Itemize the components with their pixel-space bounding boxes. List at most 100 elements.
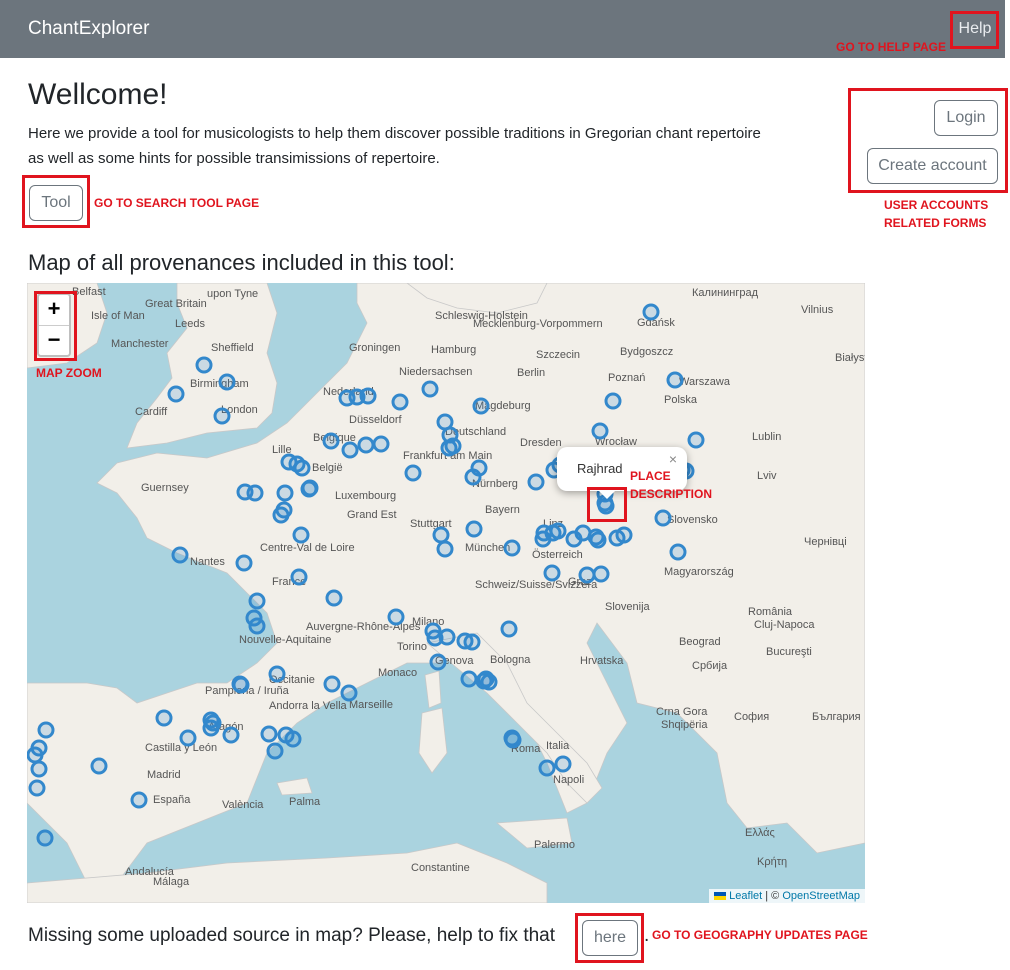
- provenance-marker[interactable]: [341, 441, 359, 459]
- provenance-marker[interactable]: [301, 479, 319, 497]
- map-place-label: Grand Est: [347, 509, 397, 521]
- provenance-marker[interactable]: [246, 484, 264, 502]
- provenance-marker[interactable]: [204, 714, 222, 732]
- provenance-marker[interactable]: [538, 759, 556, 777]
- map-place-label: Madrid: [147, 769, 181, 781]
- map-place-label: Berlin: [517, 367, 545, 379]
- provenance-marker[interactable]: [213, 407, 231, 425]
- provenance-marker[interactable]: [460, 670, 478, 688]
- popup-place-name: Rajhrad: [577, 461, 623, 476]
- provenance-marker[interactable]: [387, 608, 405, 626]
- map-place-label: Great Britain: [145, 298, 207, 310]
- map-place-label: Crna Gora: [656, 706, 708, 718]
- provenance-marker[interactable]: [543, 564, 561, 582]
- provenance-marker[interactable]: [260, 725, 278, 743]
- provenance-marker[interactable]: [654, 509, 672, 527]
- provenance-marker[interactable]: [391, 393, 409, 411]
- provenance-marker[interactable]: [292, 526, 310, 544]
- provenance-marker[interactable]: [276, 484, 294, 502]
- provenance-marker[interactable]: [266, 742, 284, 760]
- provenance-marker[interactable]: [527, 473, 545, 491]
- provenance-marker[interactable]: [421, 380, 439, 398]
- provenance-marker[interactable]: [565, 530, 583, 548]
- provenance-marker[interactable]: [438, 628, 456, 646]
- provenance-marker[interactable]: [222, 726, 240, 744]
- provenance-marker[interactable]: [404, 464, 422, 482]
- map-place-label: upon Tyne: [207, 288, 258, 300]
- provenance-marker[interactable]: [666, 371, 684, 389]
- provenance-marker[interactable]: [248, 617, 266, 635]
- provenance-marker[interactable]: [615, 526, 633, 544]
- map-place-label: Bayern: [485, 504, 520, 516]
- map-tiles[interactable]: Belfast Great Britainupon Tyne Isle of Man…: [27, 283, 865, 903]
- map-place-label: Niedersachsen: [399, 366, 472, 378]
- map-place-label: Manchester: [111, 338, 169, 350]
- provenance-marker[interactable]: [155, 709, 173, 727]
- provenance-marker[interactable]: [444, 437, 462, 455]
- provenance-marker[interactable]: [463, 633, 481, 651]
- provenance-marker[interactable]: [470, 459, 488, 477]
- provenance-marker[interactable]: [436, 540, 454, 558]
- provenance-marker[interactable]: [591, 422, 609, 440]
- provenance-marker[interactable]: [167, 385, 185, 403]
- provenance-marker[interactable]: [130, 791, 148, 809]
- annotation-geography: GO TO GEOGRAPHY UPDATES PAGE: [652, 928, 868, 942]
- provenance-marker[interactable]: [465, 520, 483, 538]
- provenance-marker[interactable]: [323, 675, 341, 693]
- provenance-marker[interactable]: [235, 554, 253, 572]
- brand-link[interactable]: ChantExplorer: [28, 18, 149, 40]
- provenance-marker[interactable]: [669, 543, 687, 561]
- provenance-marker[interactable]: [687, 431, 705, 449]
- provenance-marker[interactable]: [322, 432, 340, 450]
- provenance-marker[interactable]: [500, 620, 518, 638]
- provenance-marker[interactable]: [36, 829, 54, 847]
- provenance-marker[interactable]: [171, 546, 189, 564]
- provenance-marker[interactable]: [325, 589, 343, 607]
- provenance-marker[interactable]: [504, 731, 522, 749]
- map-place-label: Belfast: [72, 286, 106, 298]
- provenance-marker[interactable]: [195, 356, 213, 374]
- provenance-marker[interactable]: [268, 665, 286, 683]
- provenance-marker[interactable]: [429, 653, 447, 671]
- provenance-marker[interactable]: [604, 392, 622, 410]
- provenance-marker[interactable]: [357, 436, 375, 454]
- provenance-marker[interactable]: [272, 506, 290, 524]
- provenance-marker[interactable]: [549, 522, 567, 540]
- provenance-marker[interactable]: [432, 526, 450, 544]
- popup-close-icon[interactable]: ×: [669, 451, 677, 467]
- map-place-label: Constantine: [411, 862, 470, 874]
- map-place-label: Bucureşti: [766, 646, 812, 658]
- osm-link[interactable]: OpenStreetMap: [782, 890, 860, 902]
- provenance-marker[interactable]: [179, 729, 197, 747]
- provenance-marker[interactable]: [642, 303, 660, 321]
- provenance-marker[interactable]: [284, 730, 302, 748]
- provenance-marker[interactable]: [290, 568, 308, 586]
- provenance-marker[interactable]: [340, 684, 358, 702]
- provenance-marker[interactable]: [359, 387, 377, 405]
- annotation-box-accounts: [848, 88, 1008, 193]
- provenance-marker[interactable]: [372, 435, 390, 453]
- provenance-marker[interactable]: [27, 746, 44, 764]
- provenance-marker[interactable]: [218, 373, 236, 391]
- provenance-marker[interactable]: [288, 455, 306, 473]
- missing-source-text: Missing some uploaded source in map? Ple…: [28, 925, 556, 946]
- map-place-label: Düsseldorf: [349, 414, 403, 426]
- map-place-label: Slovenija: [605, 601, 651, 613]
- provenance-marker[interactable]: [554, 755, 572, 773]
- provenance-marker[interactable]: [231, 675, 249, 693]
- provenance-marker[interactable]: [472, 397, 490, 415]
- provenance-marker[interactable]: [589, 531, 607, 549]
- provenance-marker[interactable]: [28, 779, 46, 797]
- provenance-map[interactable]: Belfast Great Britain upon Tyne Isle of Man…: [27, 283, 865, 903]
- provenance-marker[interactable]: [592, 565, 610, 583]
- provenance-marker[interactable]: [424, 622, 442, 640]
- provenance-marker[interactable]: [248, 592, 266, 610]
- provenance-marker[interactable]: [503, 539, 521, 557]
- map-place-label: Gdańsk: [637, 317, 675, 329]
- provenance-marker[interactable]: [37, 721, 55, 739]
- provenance-marker[interactable]: [578, 566, 596, 584]
- provenance-marker[interactable]: [480, 673, 498, 691]
- leaflet-link[interactable]: Leaflet: [729, 890, 762, 902]
- provenance-marker[interactable]: [30, 760, 48, 778]
- provenance-marker[interactable]: [90, 757, 108, 775]
